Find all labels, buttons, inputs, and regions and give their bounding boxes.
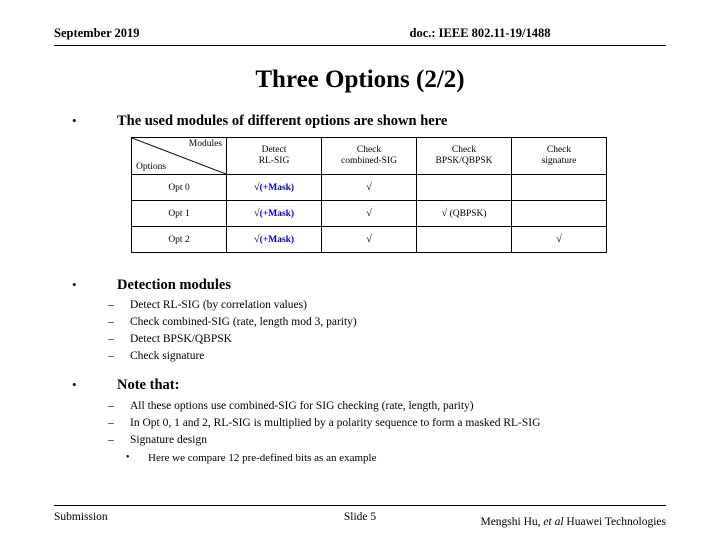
footer-authors-etal: et al bbox=[543, 516, 564, 528]
list-item-label: All these options use combined-SIG for S… bbox=[130, 400, 474, 412]
col-header-line1: Check bbox=[451, 145, 477, 156]
table-row: Opt 1 √(+Mask) √ √ (QBPSK) bbox=[131, 200, 607, 227]
bullet-dot-icon: • bbox=[72, 377, 77, 392]
dash-bullet-icon: – bbox=[108, 333, 114, 345]
slide: September 2019 doc.: IEEE 802.11-19/1488… bbox=[0, 0, 720, 540]
cell-note: (+Mask) bbox=[259, 209, 295, 219]
cell-opt1-check-bpsk-qbpsk: √ (QBPSK) bbox=[416, 200, 512, 227]
col-header-line1: Detect bbox=[261, 145, 287, 156]
options-modules-table: Modules Options Detect RL-SIG Check comb… bbox=[131, 137, 607, 253]
list-item-label: Detect RL-SIG (by correlation values) bbox=[130, 299, 307, 311]
cell-opt2-check-signature: √ bbox=[511, 226, 607, 253]
cell-note: (+Mask) bbox=[259, 183, 295, 193]
footer-authors-affiliation: Huawei Technologies bbox=[563, 516, 666, 528]
table-corner-cell: Modules Options bbox=[131, 137, 227, 175]
cell-opt2-detect-rl-sig: √(+Mask) bbox=[226, 226, 322, 253]
page-title: Three Options (2/2) bbox=[255, 66, 465, 93]
cell-opt1-check-combined-sig: √ bbox=[321, 200, 417, 227]
col-header-line1: Check bbox=[546, 145, 572, 156]
check-mark-icon: √ bbox=[441, 208, 448, 219]
footer-authors-name: Mengshi Hu, bbox=[480, 516, 544, 528]
intro-bullet-label: The used modules of different options ar… bbox=[117, 113, 448, 129]
list-item-label: Detect BPSK/QBPSK bbox=[130, 333, 232, 345]
cell-opt1-check-signature bbox=[511, 200, 607, 227]
check-mark-icon: √ bbox=[556, 234, 562, 245]
dash-bullet-icon: – bbox=[108, 350, 114, 362]
dash-bullet-icon: – bbox=[108, 316, 114, 328]
table-row: Opt 2 √(+Mask) √ √ bbox=[131, 226, 607, 253]
bullet-dot-icon: • bbox=[72, 277, 77, 292]
dash-bullet-icon: – bbox=[108, 417, 114, 429]
dash-bullet-icon: – bbox=[108, 400, 114, 412]
col-header-line2: RL-SIG bbox=[258, 156, 290, 166]
check-mark-icon: √ bbox=[366, 182, 372, 193]
cell-opt0-check-signature bbox=[511, 174, 607, 201]
col-header-line2: signature bbox=[541, 156, 577, 166]
list-item-label: Signature design bbox=[130, 434, 207, 446]
slide-header: September 2019 doc.: IEEE 802.11-19/1488 bbox=[54, 26, 666, 48]
table-header-row: Modules Options Detect RL-SIG Check comb… bbox=[131, 137, 607, 175]
sub-list-item-label: Here we compare 12 pre-defined bits as a… bbox=[148, 452, 377, 464]
cell-opt2-check-combined-sig: √ bbox=[321, 226, 417, 253]
check-mark-icon: √ bbox=[366, 234, 372, 245]
row-label-opt0: Opt 0 bbox=[131, 174, 227, 201]
col-header-line2: BPSK/QBPSK bbox=[435, 156, 493, 166]
table-corner-col-label: Modules bbox=[188, 139, 222, 149]
cell-note: (QBPSK) bbox=[449, 209, 487, 219]
dash-bullet-icon: – bbox=[108, 434, 114, 446]
bullet-dot-icon: • bbox=[72, 113, 77, 128]
table-row: Opt 0 √(+Mask) √ bbox=[131, 174, 607, 201]
cell-opt0-check-combined-sig: √ bbox=[321, 174, 417, 201]
row-label-opt1: Opt 1 bbox=[131, 200, 227, 227]
row-label-opt2: Opt 2 bbox=[131, 226, 227, 253]
check-mark-icon: √ bbox=[366, 208, 372, 219]
col-header-line2: combined-SIG bbox=[341, 156, 397, 166]
footer-authors: Mengshi Hu, et al Huawei Technologies bbox=[366, 516, 666, 528]
table-col-header-check-combined-sig: Check combined-SIG bbox=[321, 137, 417, 175]
list-item-label: Check combined-SIG (rate, length mod 3, … bbox=[130, 316, 357, 328]
section-heading-label: Detection modules bbox=[117, 277, 231, 293]
cell-opt0-detect-rl-sig: √(+Mask) bbox=[226, 174, 322, 201]
section-heading-label: Note that: bbox=[117, 377, 180, 393]
cell-opt0-check-bpsk-qbpsk bbox=[416, 174, 512, 201]
header-divider bbox=[54, 45, 666, 46]
list-item-label: In Opt 0, 1 and 2, RL-SIG is multiplied … bbox=[130, 417, 541, 429]
bullet-dot-icon: • bbox=[126, 452, 130, 463]
footer-divider bbox=[54, 505, 666, 506]
cell-opt2-check-bpsk-qbpsk bbox=[416, 226, 512, 253]
table-col-header-detect-rl-sig: Detect RL-SIG bbox=[226, 137, 322, 175]
col-header-line1: Check bbox=[356, 145, 382, 156]
table-corner-row-label: Options bbox=[136, 162, 167, 173]
table-col-header-check-signature: Check signature bbox=[511, 137, 607, 175]
list-item-label: Check signature bbox=[130, 350, 205, 362]
cell-note: (+Mask) bbox=[259, 235, 295, 245]
table-col-header-check-bpsk-qbpsk: Check BPSK/QBPSK bbox=[416, 137, 512, 175]
dash-bullet-icon: – bbox=[108, 299, 114, 311]
header-doc-number: doc.: IEEE 802.11-19/1488 bbox=[409, 26, 551, 40]
cell-opt1-detect-rl-sig: √(+Mask) bbox=[226, 200, 322, 227]
header-date: September 2019 bbox=[54, 26, 140, 40]
